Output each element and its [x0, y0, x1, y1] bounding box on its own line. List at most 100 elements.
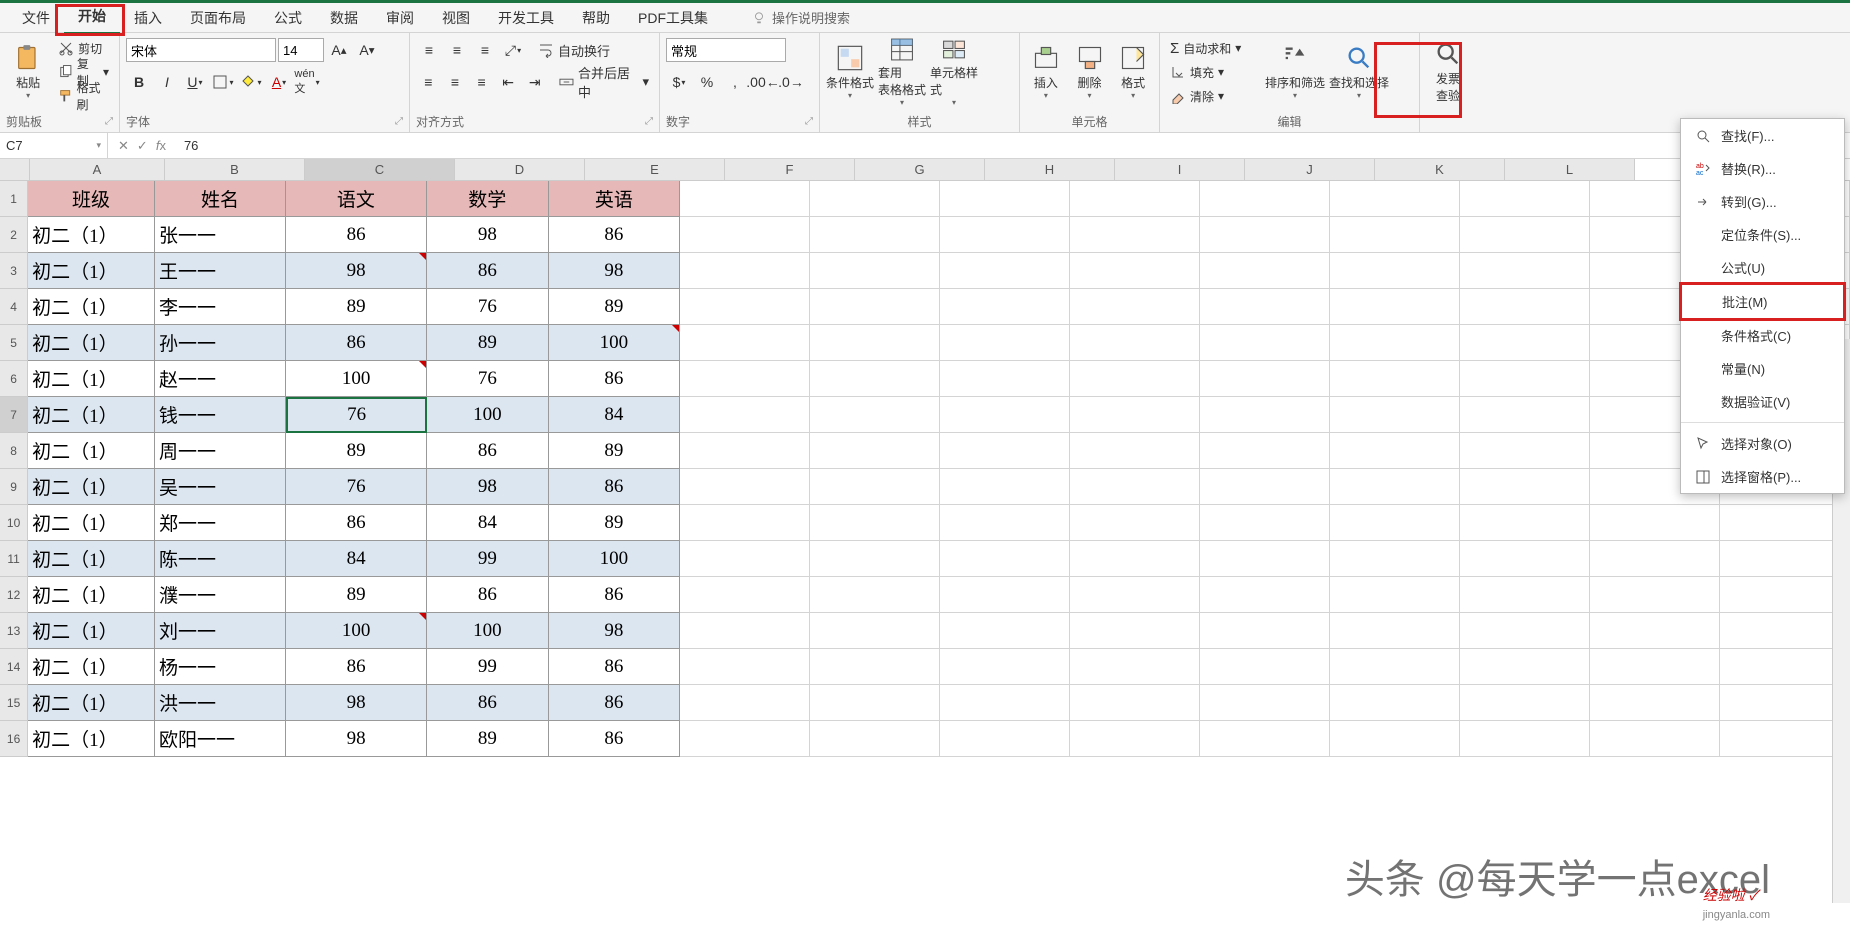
data-cell[interactable]: 86 [427, 253, 549, 289]
data-cell[interactable]: 濮一一 [155, 577, 286, 613]
col-header-E[interactable]: E [585, 159, 725, 180]
data-cell[interactable]: 84 [549, 397, 680, 433]
header-cell[interactable]: 姓名 [155, 181, 286, 217]
data-cell[interactable]: 初二（1） [28, 325, 155, 361]
data-cell[interactable]: 张一一 [155, 217, 286, 253]
data-cell[interactable]: 76 [427, 289, 549, 325]
row-header-15[interactable]: 15 [0, 685, 28, 721]
col-header-A[interactable]: A [30, 159, 165, 180]
header-cell[interactable]: 数学 [427, 181, 549, 217]
font-size-combo[interactable] [278, 38, 324, 62]
data-cell[interactable]: 初二（1） [28, 685, 155, 721]
data-cell[interactable]: 89 [286, 577, 427, 613]
menu-item-R[interactable]: abac替换(R)... [1681, 152, 1844, 185]
align-bottom-button[interactable]: ≡ [472, 38, 498, 62]
menu-item-G[interactable]: 转到(G)... [1681, 185, 1844, 218]
data-cell[interactable]: 陈一一 [155, 541, 286, 577]
row-header-3[interactable]: 3 [0, 253, 28, 289]
data-cell[interactable]: 初二（1） [28, 253, 155, 289]
data-cell[interactable]: 86 [286, 505, 427, 541]
formula-input[interactable]: 76 [176, 138, 1850, 153]
accounting-format-button[interactable]: $▾ [666, 70, 692, 94]
comma-button[interactable]: , [722, 70, 748, 94]
tell-me-search[interactable]: 操作说明搜索 [752, 8, 850, 27]
align-center-button[interactable]: ≡ [443, 70, 468, 94]
data-cell[interactable]: 王一一 [155, 253, 286, 289]
header-cell[interactable]: 语文 [286, 181, 427, 217]
data-cell[interactable]: 86 [427, 577, 549, 613]
align-left-button[interactable]: ≡ [416, 70, 441, 94]
header-cell[interactable]: 英语 [549, 181, 680, 217]
merge-center-button[interactable]: 合并后居中▾ [555, 71, 653, 93]
menu-item-S[interactable]: 定位条件(S)... [1681, 218, 1844, 251]
row-header-14[interactable]: 14 [0, 649, 28, 685]
col-header-K[interactable]: K [1375, 159, 1505, 180]
fill-button[interactable]: 填充▾ [1166, 61, 1261, 83]
data-cell[interactable]: 100 [427, 397, 549, 433]
data-cell[interactable]: 郑一一 [155, 505, 286, 541]
insert-cells-button[interactable]: 插入▾ [1026, 37, 1066, 107]
font-color-button[interactable]: A▾ [266, 70, 292, 94]
row-header-1[interactable]: 1 [0, 181, 28, 217]
underline-button[interactable]: U▾ [182, 70, 208, 94]
data-cell[interactable]: 周一一 [155, 433, 286, 469]
bold-button[interactable]: B [126, 70, 152, 94]
data-cell[interactable]: 89 [549, 433, 680, 469]
data-cell[interactable]: 89 [286, 433, 427, 469]
data-cell[interactable]: 86 [549, 217, 680, 253]
menu-item-O[interactable]: 选择对象(O) [1681, 427, 1844, 460]
col-header-H[interactable]: H [985, 159, 1115, 180]
data-cell[interactable]: 孙一一 [155, 325, 286, 361]
conditional-format-button[interactable]: 条件格式▾ [826, 37, 874, 107]
col-header-J[interactable]: J [1245, 159, 1375, 180]
data-cell[interactable]: 86 [549, 469, 680, 505]
data-cell[interactable]: 赵一一 [155, 361, 286, 397]
data-cell[interactable]: 钱一一 [155, 397, 286, 433]
col-header-D[interactable]: D [455, 159, 585, 180]
tab-pdf[interactable]: PDF工具集 [624, 2, 722, 34]
italic-button[interactable]: I [154, 70, 180, 94]
sort-filter-button[interactable]: 排序和筛选▾ [1265, 37, 1325, 107]
col-header-F[interactable]: F [725, 159, 855, 180]
row-header-13[interactable]: 13 [0, 613, 28, 649]
delete-cells-button[interactable]: 删除▾ [1070, 37, 1110, 107]
data-cell[interactable]: 89 [427, 721, 549, 757]
data-cell[interactable]: 杨一一 [155, 649, 286, 685]
col-header-C[interactable]: C [305, 159, 455, 180]
increase-decimal-button[interactable]: .00← [750, 70, 776, 94]
row-header-8[interactable]: 8 [0, 433, 28, 469]
menu-item-N[interactable]: 常量(N) [1681, 352, 1844, 385]
decrease-decimal-button[interactable]: .0→ [778, 70, 804, 94]
data-cell[interactable]: 86 [286, 649, 427, 685]
data-cell[interactable]: 洪一一 [155, 685, 286, 721]
fx-icon[interactable]: fx [156, 138, 166, 154]
data-cell[interactable]: 89 [427, 325, 549, 361]
menu-item-C[interactable]: 条件格式(C) [1681, 319, 1844, 352]
cancel-formula-icon[interactable]: ✕ [118, 138, 129, 154]
data-cell[interactable]: 86 [427, 433, 549, 469]
data-cell[interactable]: 98 [549, 613, 680, 649]
data-cell[interactable]: 86 [549, 721, 680, 757]
data-cell[interactable]: 初二（1） [28, 505, 155, 541]
increase-font-button[interactable]: A▴ [326, 38, 352, 62]
decrease-font-button[interactable]: A▾ [354, 38, 380, 62]
format-painter-button[interactable]: 格式刷 [54, 85, 113, 107]
menu-item-M[interactable]: 批注(M) [1679, 282, 1846, 321]
data-cell[interactable]: 初二（1） [28, 289, 155, 325]
row-header-6[interactable]: 6 [0, 361, 28, 397]
data-cell[interactable]: 李一一 [155, 289, 286, 325]
col-header-I[interactable]: I [1115, 159, 1245, 180]
data-cell[interactable]: 86 [549, 685, 680, 721]
data-cell[interactable]: 初二（1） [28, 613, 155, 649]
menu-item-F[interactable]: 查找(F)... [1681, 119, 1844, 152]
spreadsheet-grid[interactable]: A B C D E F G H I J K L 1班级姓名语文数学英语2初二（1… [0, 159, 1850, 903]
data-cell[interactable]: 89 [549, 289, 680, 325]
tab-insert[interactable]: 插入 [120, 2, 176, 34]
data-cell[interactable]: 100 [286, 361, 427, 397]
row-header-16[interactable]: 16 [0, 721, 28, 757]
percent-button[interactable]: % [694, 70, 720, 94]
align-right-button[interactable]: ≡ [469, 70, 494, 94]
data-cell[interactable]: 86 [427, 685, 549, 721]
data-cell[interactable]: 100 [427, 613, 549, 649]
autosum-button[interactable]: Σ自动求和▾ [1166, 37, 1261, 59]
